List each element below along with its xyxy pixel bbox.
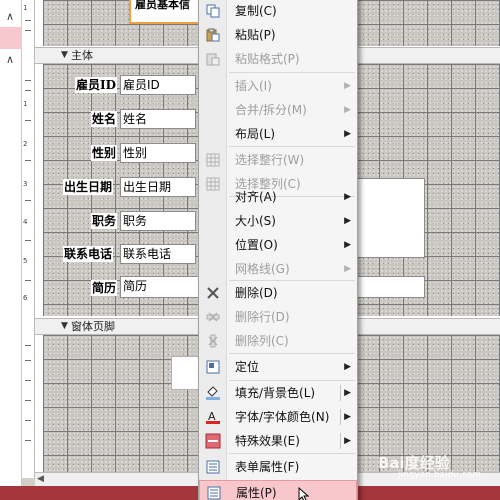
menu-item-fill-background[interactable]: 填充/背景色(L) ▶ <box>199 381 357 405</box>
mouse-cursor-icon <box>298 487 310 500</box>
menu-item-gridlines: 网格线(G) ▶ <box>199 257 357 281</box>
field-label-name[interactable]: 姓名 <box>91 111 118 127</box>
field-textbox-name[interactable]: 姓名 <box>120 109 196 129</box>
subform-placeholder[interactable] <box>355 178 425 258</box>
ruler-number: 1 <box>23 4 28 12</box>
watermark-logo: Bai度经验 jingyan.baidu.com <box>378 452 481 480</box>
menu-item-properties[interactable]: 属性(P) <box>199 480 357 500</box>
menu-item-label: 删除行(D) <box>235 310 290 324</box>
selected-tab-marker <box>0 27 22 49</box>
field-textbox-gender[interactable]: 性别 <box>120 143 196 163</box>
menu-item-layout[interactable]: 布局(L) ▶ <box>199 122 357 146</box>
ruler-number: 4 <box>23 218 28 226</box>
submenu-arrow-icon: ▶ <box>344 240 351 250</box>
delete-row-icon <box>205 309 221 325</box>
field-textbox-employee-id[interactable]: 雇员ID <box>120 75 196 95</box>
submenu-arrow-icon: ▶ <box>344 436 351 446</box>
field-label-phone[interactable]: 联系电话 <box>63 246 114 262</box>
scroll-left-icon[interactable]: ◀ <box>37 474 44 484</box>
menu-item-delete-column: 删除列(C) <box>199 329 357 353</box>
field-label-resume[interactable]: 简历 <box>91 280 118 296</box>
menu-item-label: 插入(I) <box>235 79 272 93</box>
menu-item-label: 定位 <box>235 360 260 374</box>
menu-item-form-properties[interactable]: 表单属性(F) <box>199 455 357 479</box>
ruler-number: 5 <box>23 257 28 265</box>
menu-item-label: 对齐(A) <box>235 190 277 204</box>
submenu-arrow-icon: ▶ <box>344 129 351 139</box>
menu-item-delete-row: 删除行(D) <box>199 305 357 329</box>
field-label-gender[interactable]: 性别 <box>91 145 118 161</box>
menu-item-copy[interactable]: 复制(C) <box>199 0 357 23</box>
ruler-number: 3 <box>23 180 28 188</box>
submenu-arrow-icon: ▶ <box>344 81 351 91</box>
paste-icon <box>205 27 221 43</box>
navigation-pane-strip: ∧ ∧ <box>0 0 22 500</box>
menu-item-label: 属性(P) <box>236 486 277 500</box>
section-arrow-icon: ▼ <box>61 50 68 60</box>
menu-item-label: 位置(O) <box>235 238 278 252</box>
menu-item-size[interactable]: 大小(S) ▶ <box>199 209 357 233</box>
menu-item-label: 大小(S) <box>235 214 276 228</box>
menu-item-label: 字体/字体颜色(N) <box>235 410 330 424</box>
context-menu: 复制(C) 粘贴(P) 粘贴格式(P) 插入(I) ▶ 合并/拆分(M) ▶ 布… <box>198 0 358 500</box>
vertical-ruler: 1 1 2 3 4 5 6 <box>22 0 35 478</box>
field-textbox-position[interactable]: 职务 <box>120 211 196 231</box>
section-arrow-icon: ▼ <box>61 321 68 331</box>
menu-item-special-effect[interactable]: 特殊效果(E) ▶ <box>199 429 357 453</box>
select-row-icon <box>205 152 221 168</box>
font-color-icon: A <box>205 409 221 425</box>
submenu-arrow-icon: ▶ <box>344 264 351 274</box>
menu-item-label: 删除(D) <box>235 286 278 300</box>
menu-item-label: 选择整行(W) <box>235 153 305 167</box>
form-title-label[interactable]: 雇员基本信 <box>129 0 209 24</box>
submenu-arrow-icon: ▶ <box>344 388 351 398</box>
ruler-number: 1 <box>23 100 28 108</box>
menu-item-label: 网格线(G) <box>235 262 290 276</box>
position-icon <box>205 359 221 375</box>
menu-item-label: 特殊效果(E) <box>235 434 300 448</box>
menu-item-label: 删除列(C) <box>235 334 289 348</box>
menu-item-align[interactable]: 对齐(A) ▶ <box>199 185 357 209</box>
submenu-arrow-icon: ▶ <box>344 105 351 115</box>
submenu-arrow-icon: ▶ <box>344 192 351 202</box>
field-textbox-birth-date[interactable]: 出生日期 <box>120 177 196 197</box>
menu-item-paste-format: 粘贴格式(P) <box>199 47 357 71</box>
field-textbox-phone[interactable]: 联系电话 <box>120 244 196 264</box>
menu-item-merge-split: 合并/拆分(M) ▶ <box>199 98 357 122</box>
menu-item-anchor[interactable]: 定位 ▶ <box>199 355 357 379</box>
menu-item-label: 填充/背景色(L) <box>235 386 316 400</box>
copy-icon <box>205 3 221 19</box>
properties-icon <box>206 485 222 500</box>
menu-item-insert: 插入(I) ▶ <box>199 74 357 98</box>
special-effect-icon <box>205 433 221 449</box>
ruler-number: 2 <box>23 140 28 148</box>
collapse-chevron-icon[interactable]: ∧ <box>3 10 17 24</box>
watermark-subtext: jingyan.baidu.com <box>398 470 482 480</box>
delete-icon <box>205 285 221 301</box>
submenu-arrow-icon: ▶ <box>344 362 351 372</box>
field-label-birth-date[interactable]: 出生日期 <box>63 179 114 195</box>
ruler-number: 6 <box>23 294 28 302</box>
field-label-position[interactable]: 职务 <box>91 213 118 229</box>
fill-color-icon <box>205 385 221 401</box>
menu-item-position[interactable]: 位置(O) ▶ <box>199 233 357 257</box>
delete-column-icon <box>205 333 221 349</box>
collapse-chevron-icon[interactable]: ∧ <box>3 53 17 67</box>
menu-item-font-color[interactable]: A 字体/字体颜色(N) ▶ <box>199 405 357 429</box>
field-label-employee-id[interactable]: 雇员ID <box>75 77 118 93</box>
paste-format-icon <box>205 51 221 67</box>
menu-item-label: 复制(C) <box>235 4 277 18</box>
menu-item-label: 粘贴(P) <box>235 28 276 42</box>
menu-item-delete[interactable]: 删除(D) <box>199 281 357 305</box>
menu-item-label: 合并/拆分(M) <box>235 103 307 117</box>
menu-item-label: 布局(L) <box>235 127 276 141</box>
submenu-arrow-icon: ▶ <box>344 412 351 422</box>
menu-item-label: 粘贴格式(P) <box>235 52 300 66</box>
menu-item-label: 表单属性(F) <box>235 460 300 474</box>
menu-item-paste[interactable]: 粘贴(P) <box>199 23 357 47</box>
submenu-arrow-icon: ▶ <box>344 216 351 226</box>
menu-item-select-row: 选择整行(W) <box>199 148 357 172</box>
form-properties-icon <box>205 459 221 475</box>
